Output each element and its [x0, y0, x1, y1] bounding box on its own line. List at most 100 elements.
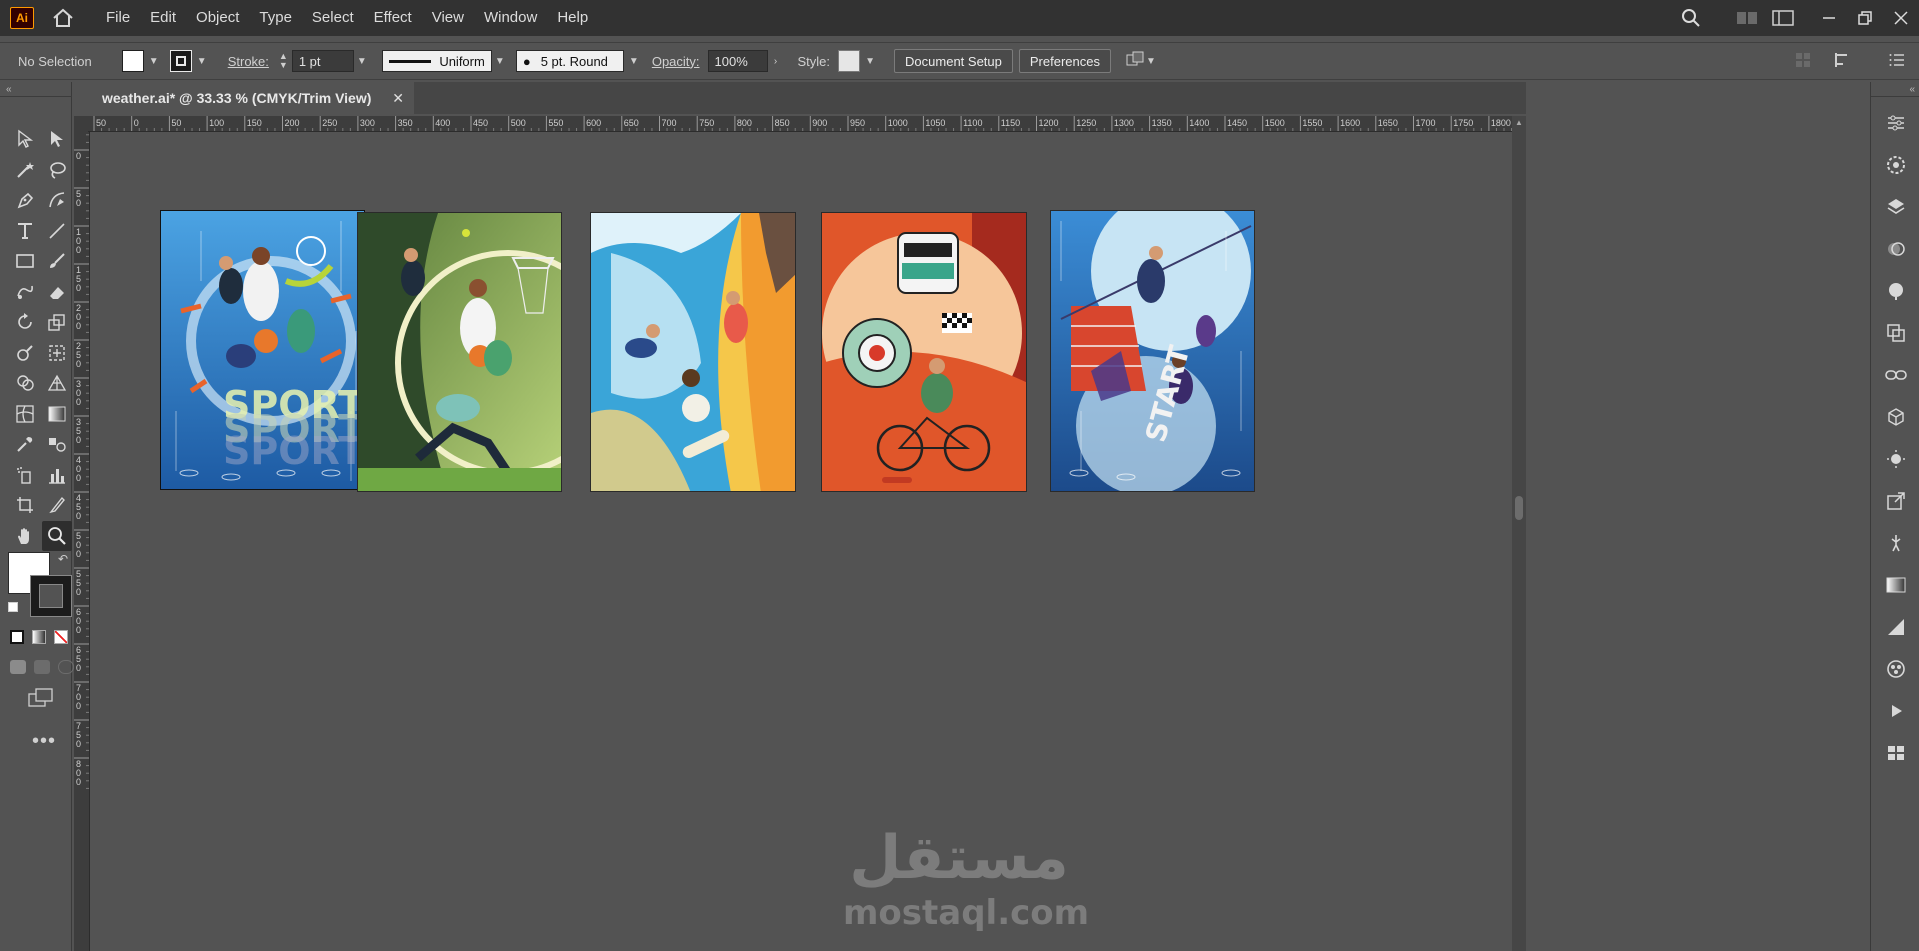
slice-tool-icon[interactable]	[42, 490, 72, 520]
color-mode-icon[interactable]	[10, 630, 24, 644]
shaper-tool-icon[interactable]	[10, 277, 40, 307]
layers-icon[interactable]	[1871, 186, 1919, 228]
color-guide-icon[interactable]	[1871, 270, 1919, 312]
close-tab-icon[interactable]: ✕	[392, 90, 404, 107]
curvature-tool-icon[interactable]	[42, 185, 72, 215]
artboard-rally-cycling[interactable]	[821, 212, 1027, 492]
align-icon[interactable]	[1795, 52, 1811, 71]
draw-normal-icon[interactable]	[10, 660, 26, 674]
color-wheel-icon[interactable]	[1871, 144, 1919, 186]
properties-icon[interactable]	[1871, 102, 1919, 144]
perspective-grid-tool-icon[interactable]	[42, 368, 72, 398]
eyedropper-tool-icon[interactable]	[10, 429, 40, 459]
vertical-ruler[interactable]: 5005010015020025030035040045050055060065…	[74, 132, 90, 951]
none-mode-icon[interactable]	[54, 630, 68, 644]
more-tools-icon[interactable]: •••	[32, 730, 56, 753]
hand-tool-icon[interactable]	[10, 521, 40, 551]
zoom-tool-icon[interactable]	[42, 520, 72, 551]
menu-view[interactable]: View	[422, 0, 474, 36]
gradient-panel-icon[interactable]	[1871, 564, 1919, 606]
fill-swatch[interactable]	[121, 50, 144, 72]
search-icon[interactable]	[1673, 0, 1709, 36]
gradient-mode-icon[interactable]	[32, 630, 46, 644]
minimize-icon[interactable]	[1811, 0, 1847, 36]
menu-type[interactable]: Type	[249, 0, 302, 36]
restore-icon[interactable]	[1847, 0, 1883, 36]
menu-window[interactable]: Window	[474, 0, 547, 36]
menu-select[interactable]: Select	[302, 0, 364, 36]
menu-object[interactable]: Object	[186, 0, 249, 36]
stroke-stepper-icon[interactable]: ▲ ▼	[279, 52, 288, 70]
graphic-style-swatch[interactable]	[838, 50, 861, 72]
default-colors-icon[interactable]	[8, 602, 18, 612]
chevron-down-icon[interactable]: ▼	[864, 56, 876, 67]
artboards-panel-icon[interactable]	[1871, 732, 1919, 774]
opacity-label[interactable]: Opacity:	[652, 54, 700, 69]
vertical-scrollbar[interactable]: ▲	[1512, 116, 1526, 951]
artboard-surf-climb[interactable]	[590, 212, 796, 492]
chevron-down-icon[interactable]: ▼	[196, 56, 208, 67]
selection-tool-icon[interactable]	[10, 124, 40, 154]
direct-selection-tool-icon[interactable]	[42, 124, 72, 154]
menu-help[interactable]: Help	[547, 0, 598, 36]
draw-behind-icon[interactable]	[34, 660, 50, 674]
export-icon[interactable]	[1871, 480, 1919, 522]
swatches-icon[interactable]	[1871, 648, 1919, 690]
symbol-sprayer-tool-icon[interactable]	[10, 460, 40, 490]
artboard-athletics[interactable]: START	[1050, 210, 1255, 492]
type-tool-icon[interactable]	[10, 216, 40, 246]
menu-effect[interactable]: Effect	[364, 0, 422, 36]
stroke-profile-select[interactable]: Uniform	[381, 50, 492, 72]
document-setup-button[interactable]: Document Setup	[894, 49, 1013, 73]
3d-materials-icon[interactable]	[1871, 396, 1919, 438]
blend-tool-icon[interactable]	[42, 429, 72, 459]
paintbrush-tool-icon[interactable]	[42, 246, 72, 276]
shape-builder-tool-icon[interactable]	[10, 368, 40, 398]
transparency-icon[interactable]	[1871, 606, 1919, 648]
chevron-down-icon[interactable]: ▼	[356, 56, 368, 67]
scale-tool-icon[interactable]	[42, 307, 72, 337]
chevron-down-icon[interactable]: ▼	[148, 56, 160, 67]
puppet-warp-icon[interactable]	[1871, 522, 1919, 564]
free-transform-tool-icon[interactable]	[42, 338, 72, 368]
rectangle-tool-icon[interactable]	[10, 246, 40, 276]
stroke-swatch[interactable]	[169, 50, 192, 72]
chevron-right-icon[interactable]: ›	[770, 56, 782, 67]
draw-inside-icon[interactable]	[58, 660, 74, 674]
close-window-icon[interactable]	[1883, 0, 1919, 36]
chevron-down-icon[interactable]: ▼	[1145, 56, 1157, 67]
pathfinder-icon[interactable]	[1871, 312, 1919, 354]
warp-tool-icon[interactable]	[10, 338, 40, 368]
tab-weather-ai[interactable]: weather.ai* @ 33.33 % (CMYK/Trim View) ✕	[74, 82, 414, 114]
pen-tool-icon[interactable]	[10, 185, 40, 215]
appearance-icon[interactable]	[1871, 228, 1919, 270]
chevron-down-icon[interactable]: ▼	[494, 56, 506, 67]
home-icon[interactable]	[50, 5, 76, 31]
lasso-tool-icon[interactable]	[42, 155, 72, 185]
preferences-button[interactable]: Preferences	[1018, 49, 1111, 73]
stroke-label[interactable]: Stroke:	[228, 54, 269, 69]
brightness-icon[interactable]	[1871, 438, 1919, 480]
links-icon[interactable]	[1871, 354, 1919, 396]
scrollbar-thumb[interactable]	[1515, 496, 1523, 520]
expand-panels-icon[interactable]: «	[1909, 84, 1915, 95]
column-graph-tool-icon[interactable]	[42, 460, 72, 490]
artboard-canvas[interactable]: SPORT SPORT SPORT START	[90, 133, 1512, 951]
transform-icon[interactable]	[1833, 51, 1853, 72]
collapse-panel-icon[interactable]: «	[6, 84, 12, 95]
artboard-tool-icon[interactable]	[10, 490, 40, 520]
scroll-up-icon[interactable]: ▲	[1515, 118, 1523, 127]
stroke-color-box[interactable]	[30, 575, 72, 617]
opacity-field[interactable]: 100%	[707, 50, 768, 72]
arrange-icon[interactable]	[1125, 51, 1145, 72]
panel-menu-icon[interactable]	[1889, 53, 1905, 70]
eraser-tool-icon[interactable]	[42, 277, 72, 307]
artboard-basketball[interactable]	[357, 212, 562, 492]
actions-icon[interactable]	[1871, 690, 1919, 732]
rotate-tool-icon[interactable]	[10, 307, 40, 337]
screen-mode-icon[interactable]	[28, 688, 54, 711]
chevron-down-icon[interactable]: ▼	[628, 56, 640, 67]
gradient-tool-icon[interactable]	[42, 399, 72, 429]
menu-file[interactable]: File	[96, 0, 140, 36]
stroke-weight-field[interactable]: 1 pt	[291, 50, 354, 72]
